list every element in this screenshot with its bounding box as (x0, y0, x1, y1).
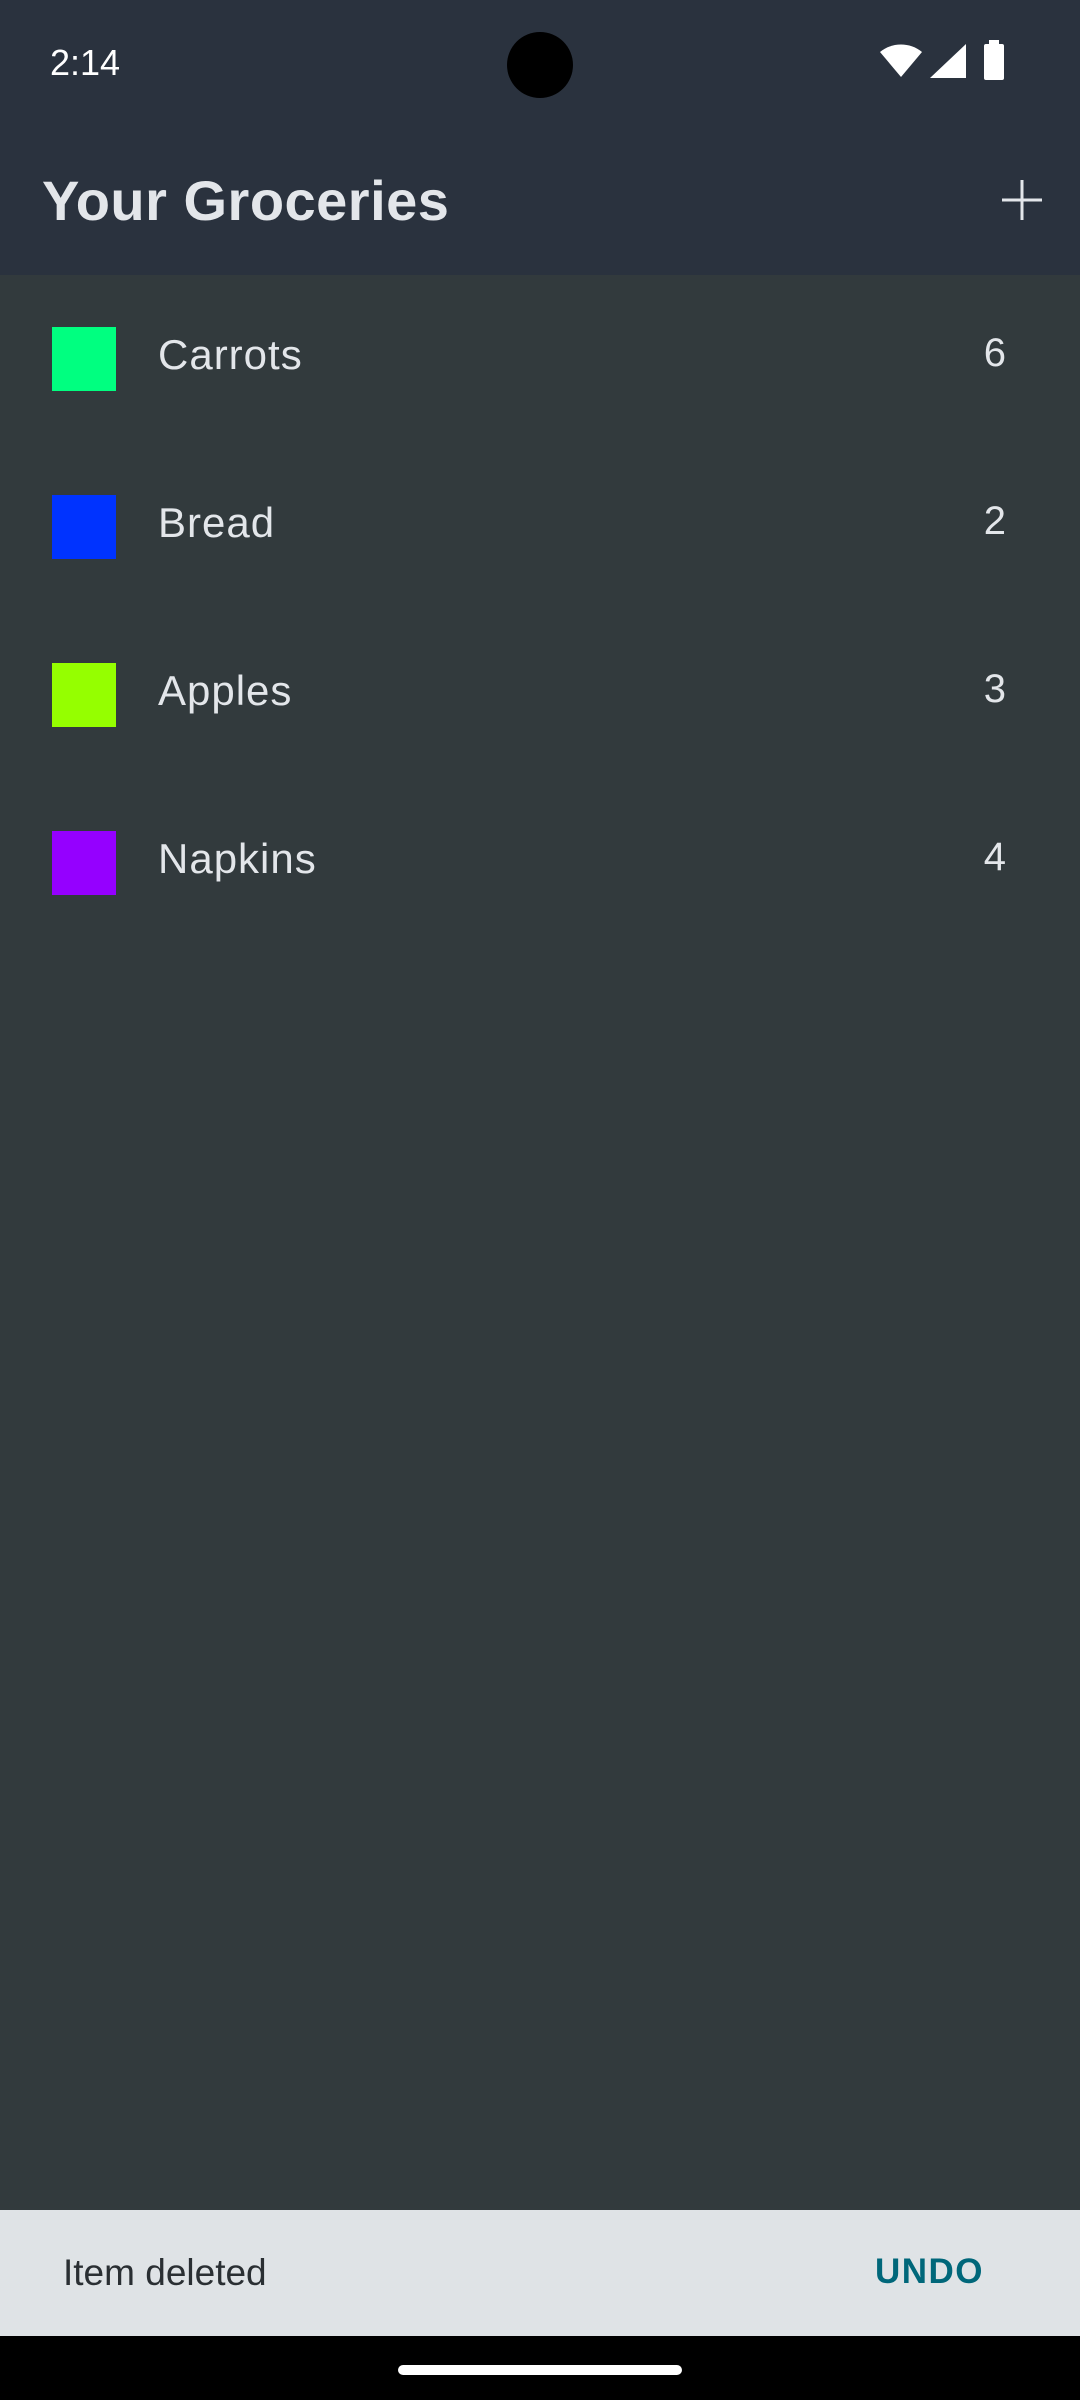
undo-button[interactable]: UNDO (875, 2252, 984, 2292)
app-bar: Your Groceries (0, 130, 1080, 275)
color-swatch (52, 831, 116, 895)
color-swatch (52, 327, 116, 391)
item-quantity: 3 (983, 667, 1006, 711)
list-item-carrots[interactable]: Carrots 6 (0, 275, 1080, 443)
item-quantity: 2 (983, 499, 1006, 543)
list-item-apples[interactable]: Apples 3 (0, 611, 1080, 779)
gesture-handle[interactable] (398, 2365, 682, 2375)
status-time: 2:14 (50, 42, 121, 83)
item-name: Apples (158, 667, 293, 714)
wifi-icon (880, 44, 922, 77)
item-name: Bread (158, 499, 276, 546)
plus-icon (1002, 180, 1042, 220)
screen: 2:14 Your Groceries Carrots 6 Bread 2 Ap… (0, 0, 1080, 2400)
camera-cutout (507, 32, 573, 98)
snackbar: Item deleted UNDO (0, 2210, 1080, 2336)
item-name: Napkins (158, 835, 317, 882)
status-icons (880, 40, 1080, 90)
color-swatch (52, 495, 116, 559)
page-title: Your Groceries (42, 169, 450, 232)
signal-icon (930, 44, 966, 78)
item-quantity: 6 (983, 331, 1006, 375)
add-item-button[interactable] (984, 162, 1060, 238)
grocery-list: Carrots 6 Bread 2 Apples 3 Napkins 4 (0, 275, 1080, 947)
list-item-bread[interactable]: Bread 2 (0, 443, 1080, 611)
item-name: Carrots (158, 331, 303, 378)
navigation-bar (0, 2336, 1080, 2400)
color-swatch (52, 663, 116, 727)
status-bar: 2:14 (0, 0, 1080, 130)
list-item-napkins[interactable]: Napkins 4 (0, 779, 1080, 947)
battery-icon (984, 40, 1004, 80)
item-quantity: 4 (983, 835, 1006, 879)
snackbar-message: Item deleted (63, 2252, 267, 2293)
